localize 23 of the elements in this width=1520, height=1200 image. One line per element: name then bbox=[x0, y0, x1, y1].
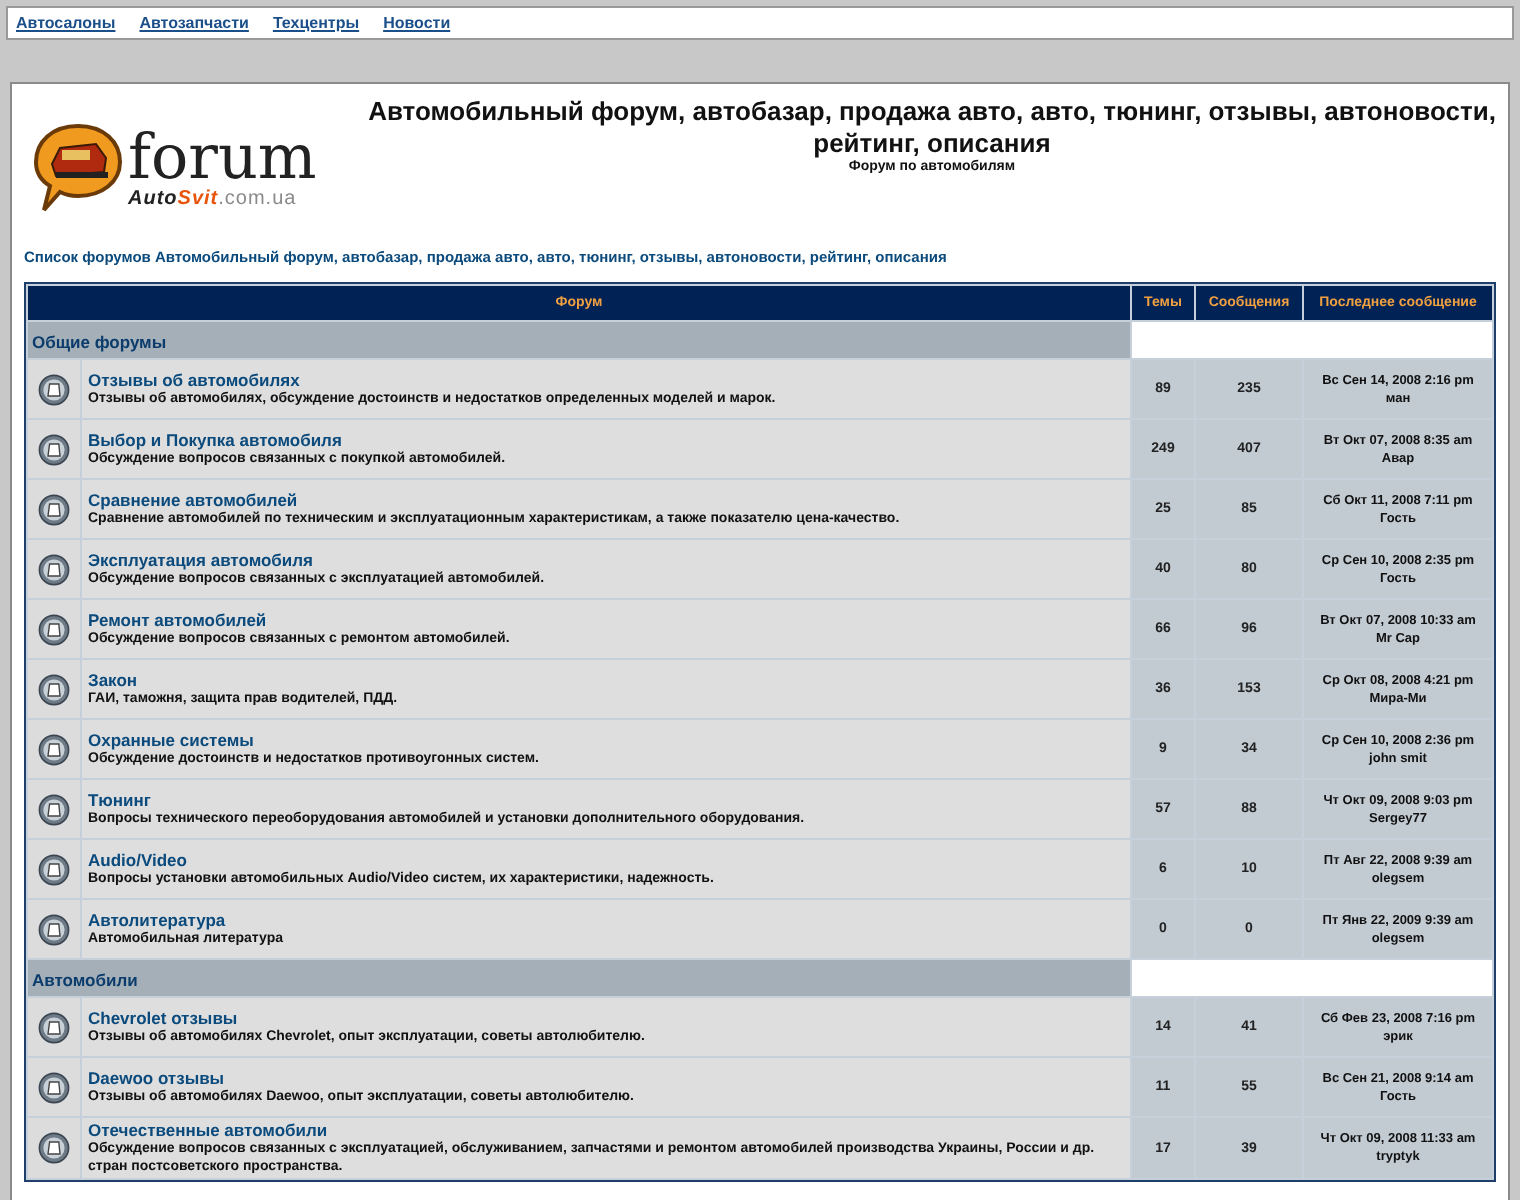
forum-link[interactable]: Выбор и Покупка автомобиля bbox=[88, 430, 342, 450]
logo-domain: AutoSvit.com.ua bbox=[128, 187, 299, 209]
top-link[interactable]: Автосалоны bbox=[16, 14, 116, 32]
logo-word: forum bbox=[128, 127, 317, 187]
forum-link[interactable]: Audio/Video bbox=[88, 850, 187, 870]
forum-link[interactable]: Сравнение автомобилей bbox=[88, 490, 298, 510]
category-link[interactable]: Автомобили bbox=[32, 970, 138, 990]
forum-link[interactable]: Daewoo отзывы bbox=[88, 1068, 225, 1088]
logo-icon bbox=[32, 120, 124, 216]
forum-link[interactable]: Отечественные автомобили bbox=[88, 1120, 328, 1140]
top-link[interactable]: Автозапчасти bbox=[139, 14, 249, 32]
forum-link[interactable]: Закон bbox=[88, 670, 138, 690]
category-link[interactable]: Общие форумы bbox=[32, 332, 167, 352]
forum-link[interactable]: Эксплуатация автомобиля bbox=[88, 550, 314, 570]
forum-link[interactable]: Тюнинг bbox=[88, 790, 151, 810]
top-link[interactable]: Техцентры bbox=[272, 14, 360, 32]
forum-link[interactable]: Ремонт автомобилей bbox=[88, 610, 267, 630]
forum-link[interactable]: Отзывы об автомобилях bbox=[88, 370, 300, 390]
forum-link[interactable]: Автолитература bbox=[88, 910, 226, 930]
top-link[interactable]: Новости bbox=[383, 14, 451, 32]
forum-link[interactable]: Chevrolet отзывы bbox=[88, 1008, 238, 1028]
forum-link[interactable]: Охранные системы bbox=[88, 730, 254, 750]
site-title: Автомобильный форум, автобазар, продажа авто, авто, тюнинг, отзывы, автоновости, рейтинг, описания bbox=[368, 96, 1496, 159]
